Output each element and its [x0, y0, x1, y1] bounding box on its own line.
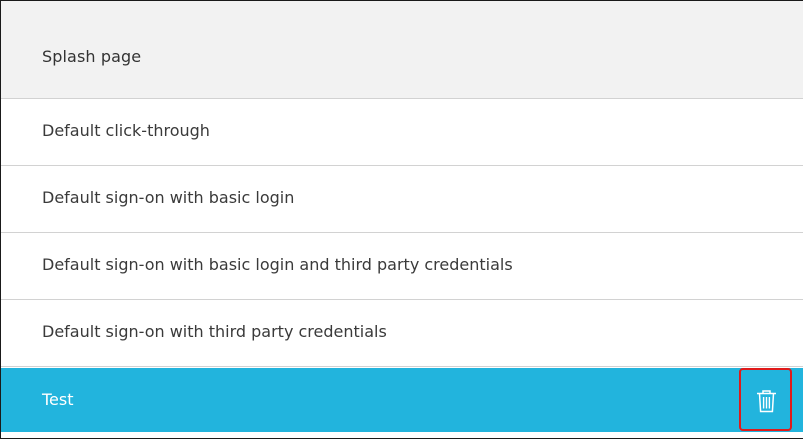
row-label: Default sign-on with third party credent… — [42, 322, 387, 341]
table-row[interactable]: Default sign-on with basic login — [1, 166, 803, 233]
table-header: Splash page — [1, 1, 803, 99]
table-row-selected[interactable]: Test — [1, 368, 803, 432]
row-label: Default click-through — [42, 121, 210, 140]
row-label: Default sign-on with basic login — [42, 188, 295, 207]
table-row[interactable]: Default sign-on with basic login and thi… — [1, 233, 803, 300]
delete-button[interactable] — [739, 368, 792, 431]
table-row[interactable]: Default sign-on with third party credent… — [1, 300, 803, 367]
row-label: Default sign-on with basic login and thi… — [42, 255, 513, 274]
trash-icon — [757, 390, 776, 413]
row-label: Test — [42, 390, 74, 409]
column-header-splash-page: Splash page — [42, 47, 142, 66]
table-row[interactable]: Default click-through — [1, 99, 803, 166]
splash-page-table: Splash page Default click-through Defaul… — [0, 0, 803, 439]
